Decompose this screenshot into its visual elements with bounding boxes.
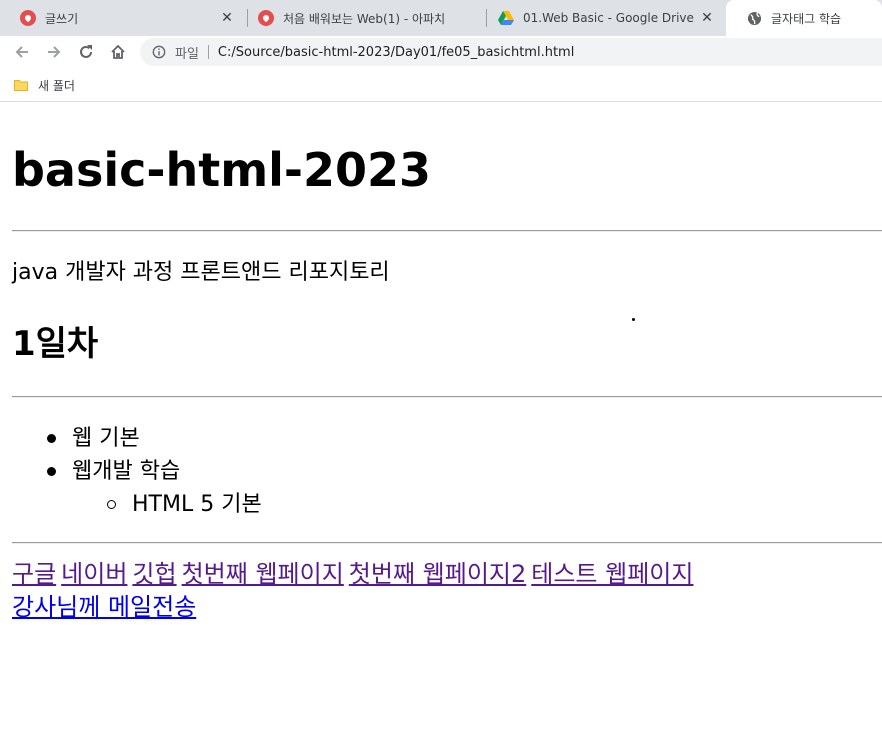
close-icon[interactable]: ✕	[699, 10, 715, 26]
bookmarks-bar: 새 폴더	[0, 69, 882, 102]
link-first-webpage[interactable]: 첫번째 웹페이지	[182, 560, 344, 588]
tab-3[interactable]: 01.Web Basic - Google Drive ✕	[478, 0, 725, 36]
tab-1[interactable]: 글쓰기 ✕	[0, 0, 245, 36]
tab-title: 처음 배워보는 Web(1) - 아파치	[283, 11, 446, 26]
horizontal-rule	[12, 230, 882, 232]
link-google[interactable]: 구글	[12, 560, 56, 588]
url-text[interactable]: C:/Source/basic-html-2023/Day01/fe05_bas…	[218, 45, 574, 60]
horizontal-rule	[12, 396, 882, 398]
tab-title: 글쓰기	[45, 11, 79, 26]
bullet-disc-icon	[47, 434, 56, 443]
bullet-circle-icon	[107, 500, 116, 509]
google-drive-icon	[498, 10, 514, 26]
page-description: java 개발자 과정 프론트앤드 리포지토리	[12, 260, 390, 285]
tab-4-active[interactable]: 글자태그 학습	[726, 0, 882, 36]
globe-icon	[746, 10, 762, 26]
tistory-icon	[258, 10, 274, 26]
list-item: 웹 기본	[12, 422, 262, 455]
info-icon[interactable]	[152, 45, 166, 59]
tab-2[interactable]: 처음 배워보는 Web(1) - 아파치	[238, 0, 486, 36]
forward-icon[interactable]	[41, 39, 67, 65]
day-heading: 1일차	[12, 324, 99, 364]
bookmark-label: 새 폴더	[38, 78, 75, 93]
link-first-webpage-2[interactable]: 첫번째 웹페이지2	[349, 560, 526, 588]
bookmark-new-folder[interactable]: 새 폴더	[14, 75, 75, 95]
close-icon[interactable]: ✕	[219, 10, 235, 26]
link-mail-instructor[interactable]: 강사님께 메일전송	[12, 593, 196, 621]
address-divider	[207, 45, 209, 59]
url-scheme-label: 파일	[175, 46, 199, 62]
tistory-icon	[20, 10, 36, 26]
stray-dot	[632, 318, 635, 321]
tab-strip: 글쓰기 ✕ 처음 배워보는 Web(1) - 아파치 01.Web Basic …	[0, 0, 882, 36]
home-icon[interactable]	[105, 39, 131, 65]
link-test-webpage[interactable]: 테스트 웹페이지	[531, 560, 693, 588]
tab-title: 글자태그 학습	[771, 11, 842, 26]
horizontal-rule	[12, 542, 882, 544]
folder-icon	[14, 80, 28, 91]
page-title: basic-html-2023	[12, 143, 432, 197]
link-naver[interactable]: 네이버	[61, 560, 127, 588]
list-item-text: 웹개발 학습	[72, 459, 181, 484]
list-item-text: HTML 5 기본	[132, 492, 262, 517]
topic-list: 웹 기본 웹개발 학습 HTML 5 기본	[12, 422, 262, 521]
reload-icon[interactable]	[73, 39, 99, 65]
link-list: 구글 네이버 깃헙 첫번째 웹페이지 첫번째 웹페이지2 테스트 웹페이지강사님께 메일전…	[12, 558, 882, 624]
address-bar[interactable]: 파일 C:/Source/basic-html-2023/Day01/fe05_…	[140, 38, 882, 66]
list-item: 웹개발 학습	[12, 455, 262, 488]
list-item-text: 웹 기본	[72, 426, 140, 451]
tab-title: 01.Web Basic - Google Drive	[523, 11, 694, 25]
link-github[interactable]: 깃헙	[132, 560, 176, 588]
nested-list-item: HTML 5 기본	[12, 488, 262, 521]
browser-toolbar: 파일 C:/Source/basic-html-2023/Day01/fe05_…	[0, 36, 882, 69]
bullet-disc-icon	[47, 467, 56, 476]
back-icon[interactable]	[9, 39, 35, 65]
